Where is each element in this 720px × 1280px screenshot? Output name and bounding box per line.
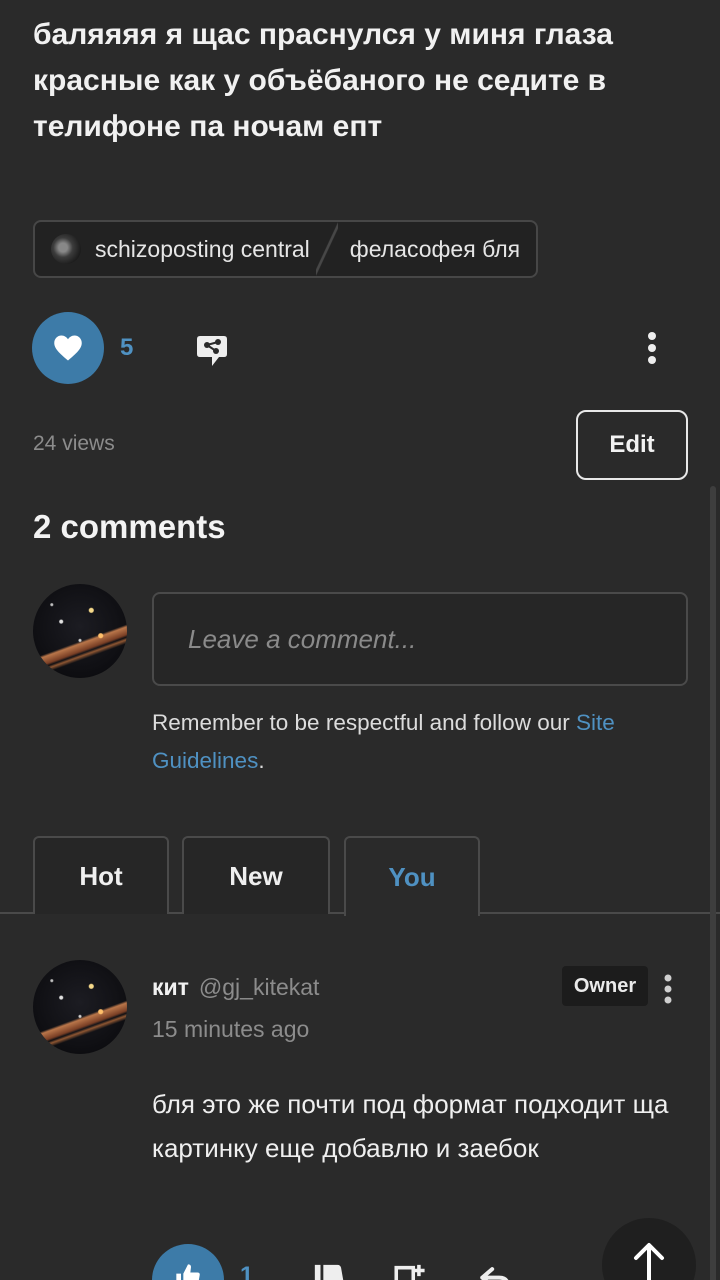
guidelines-text: Remember to be respectful and follow our — [152, 710, 576, 735]
post-text: баляяяя я щас праснулся у миня глаза кра… — [33, 18, 613, 143]
post-page: баляяяя я щас праснулся у миня глаза кра… — [0, 0, 720, 1280]
scroll-to-top-button[interactable] — [602, 1218, 696, 1280]
owner-badge: Owner — [562, 966, 648, 1006]
like-count: 5 — [120, 334, 134, 361]
thumbs-down-icon[interactable] — [312, 1262, 346, 1280]
comment-like-count: 1 — [240, 1262, 254, 1280]
comment-sort-tabs: Hot New You — [0, 836, 720, 916]
heart-icon — [54, 335, 82, 361]
tab-new[interactable]: New — [182, 836, 330, 914]
reply-icon[interactable] — [478, 1262, 512, 1280]
comment-author-name: кит — [152, 974, 189, 1000]
tab-hot[interactable]: Hot — [33, 836, 169, 914]
scrollbar[interactable] — [710, 486, 716, 1280]
commenter-avatar[interactable] — [33, 960, 127, 1054]
comment-more-icon[interactable] — [658, 972, 678, 1006]
topic-tag[interactable]: феласофея бля — [350, 236, 520, 263]
comments-title: 2 comments — [33, 508, 226, 545]
post-actions: 5 — [0, 312, 720, 386]
post-tags: schizoposting central феласофея бля — [33, 220, 539, 278]
like-button[interactable] — [32, 312, 104, 384]
community-avatar — [51, 234, 81, 264]
current-user-avatar — [33, 584, 127, 678]
community-name: schizoposting central — [95, 235, 310, 262]
comment-input[interactable] — [152, 592, 688, 686]
community-tag[interactable]: schizoposting central — [51, 234, 310, 264]
arrow-up-icon — [634, 1243, 664, 1280]
tag-divider — [315, 221, 338, 277]
share-icon[interactable] — [192, 330, 232, 370]
view-count: 24 views — [33, 432, 115, 455]
tab-you[interactable]: You — [344, 836, 480, 916]
edit-button[interactable]: Edit — [576, 410, 688, 480]
more-options-icon[interactable] — [640, 330, 664, 366]
guidelines-note: Remember to be respectful and follow our… — [152, 704, 692, 780]
comment-author-handle: @gj_kitekat — [198, 974, 320, 1000]
comment-like-button[interactable] — [152, 1244, 224, 1280]
share-comment-icon[interactable] — [392, 1262, 426, 1280]
comment-timestamp: 15 minutes ago — [152, 1016, 310, 1042]
comment-author[interactable]: кит @gj_kitekat — [152, 974, 319, 1001]
comment-body: бля это же почти под формат подходит ща … — [152, 1089, 669, 1163]
thumbs-up-icon — [176, 1264, 200, 1280]
guidelines-end: . — [258, 748, 265, 773]
